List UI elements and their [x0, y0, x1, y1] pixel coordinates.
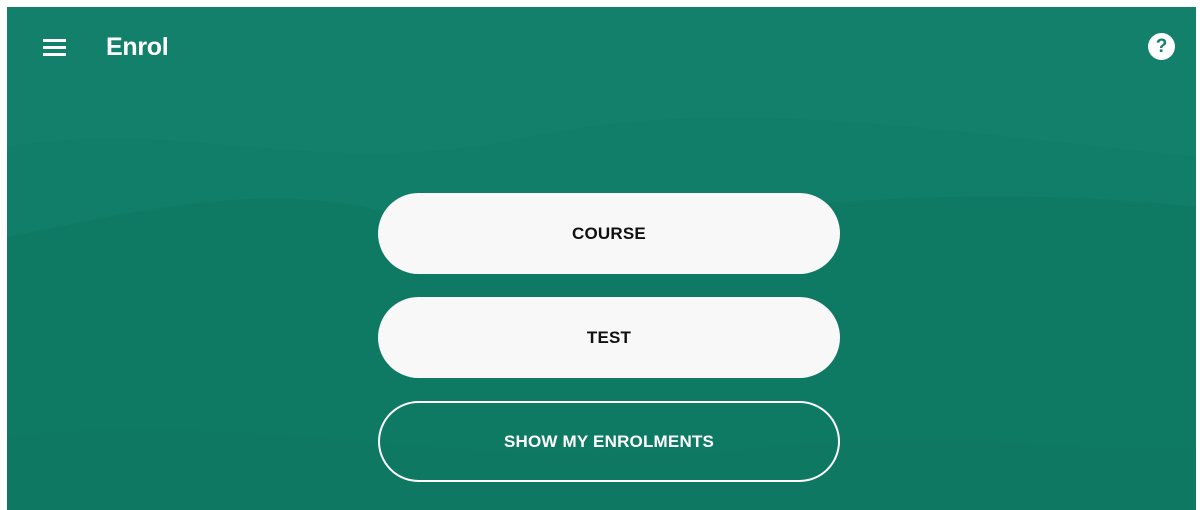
- app-frame: Enrol ? COURSE TEST SHOW MY ENROLMENTS: [7, 7, 1196, 510]
- help-question-icon[interactable]: ?: [1148, 33, 1175, 60]
- show-my-enrolments-button[interactable]: SHOW MY ENROLMENTS: [378, 401, 840, 482]
- page-title: Enrol: [106, 33, 169, 61]
- test-button[interactable]: TEST: [378, 297, 840, 378]
- hamburger-menu-icon-line: [43, 52, 66, 56]
- app-bar: Enrol ?: [7, 7, 1196, 87]
- menu-button[interactable]: [36, 31, 72, 63]
- course-button[interactable]: COURSE: [378, 193, 840, 274]
- hamburger-menu-icon-line: [43, 45, 66, 49]
- hamburger-menu-icon: [43, 38, 66, 42]
